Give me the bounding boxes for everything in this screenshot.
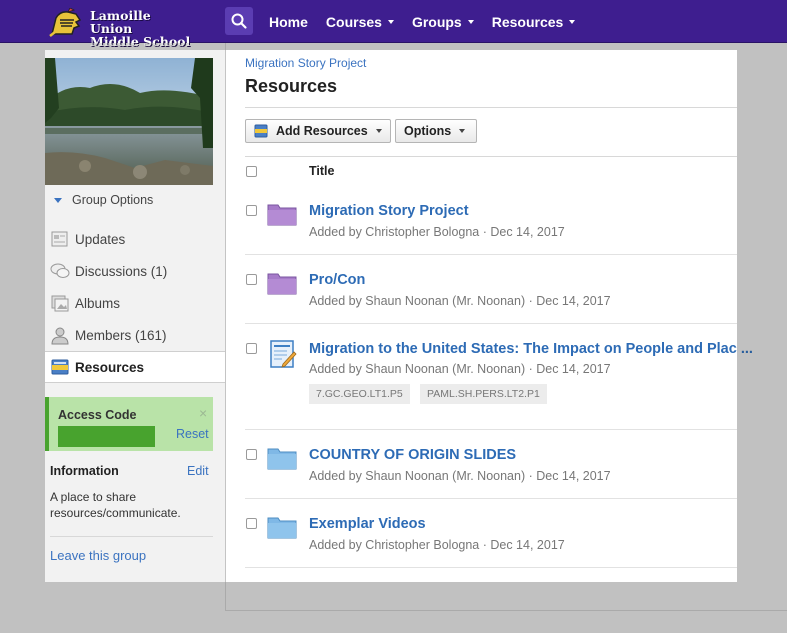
options-label: Options: [404, 124, 452, 138]
divider: [245, 107, 737, 108]
sidebar-item-updates[interactable]: Updates: [45, 223, 225, 255]
folder-icon[interactable]: [267, 202, 297, 226]
options-button[interactable]: Options: [395, 119, 477, 143]
access-code-value: [58, 426, 155, 447]
breadcrumb[interactable]: Migration Story Project: [245, 56, 366, 70]
reset-access-code-link[interactable]: Reset: [176, 427, 209, 441]
members-icon: [51, 327, 69, 345]
group-options-label: Group Options: [72, 193, 154, 207]
folder-icon[interactable]: [267, 446, 297, 470]
updates-icon: [51, 231, 68, 247]
school-name-line1: Lamoille Union: [90, 8, 151, 36]
resource-title-link[interactable]: Migration to the United States: The Impa…: [309, 341, 753, 357]
table-row: Migration to the United States: The Impa…: [245, 324, 753, 430]
discussions-icon: [50, 263, 70, 278]
group-profile-picture: [45, 58, 213, 185]
resources-icon: [254, 124, 268, 138]
information-heading: Information: [50, 464, 119, 478]
row-checkbox[interactable]: [246, 343, 257, 354]
divider: [245, 567, 737, 568]
resources-icon: [51, 359, 69, 375]
folder-icon[interactable]: [267, 515, 297, 539]
resource-title-link[interactable]: Exemplar Videos: [309, 516, 426, 532]
nav-courses[interactable]: Courses: [326, 14, 394, 30]
table-row: COUNTRY OF ORIGIN SLIDES Added by Shaun …: [245, 430, 737, 499]
dim-overlay-left: [0, 43, 45, 582]
folder-icon[interactable]: [267, 271, 297, 295]
add-resources-button[interactable]: Add Resources: [245, 119, 391, 143]
triangle-down-icon: [54, 197, 62, 203]
knight-helmet-logo-icon: [49, 8, 82, 37]
column-header-title: Title: [309, 164, 335, 178]
nav-groups-label: Groups: [411, 13, 462, 30]
select-all-checkbox[interactable]: [246, 166, 257, 177]
row-checkbox[interactable]: [246, 205, 257, 216]
add-resources-label: Add Resources: [276, 124, 368, 138]
divider: [50, 536, 213, 537]
resource-meta: Added by Shaun Noonan (Mr. Noonan) · Dec…: [309, 362, 611, 376]
dim-overlay-right: [737, 43, 787, 633]
table-row: Migration Story Project Added by Christo…: [245, 186, 737, 255]
resource-meta: Added by Shaun Noonan (Mr. Noonan) · Dec…: [309, 294, 611, 308]
row-checkbox[interactable]: [246, 274, 257, 285]
group-options-toggle[interactable]: Group Options: [54, 193, 153, 207]
nav-resources[interactable]: Resources: [492, 14, 576, 30]
search-button[interactable]: [225, 7, 253, 35]
close-icon[interactable]: ×: [199, 405, 207, 421]
sidebar-item-label: Discussions (1): [75, 263, 168, 279]
chevron-down-icon: [459, 129, 466, 133]
standard-tag[interactable]: 7.GC.GEO.LT1.P5: [309, 384, 410, 404]
chevron-down-icon: [375, 129, 382, 133]
resource-meta: Added by Christopher Bologna · Dec 14, 2…: [309, 538, 565, 552]
access-code-panel: Access Code × Reset: [45, 397, 213, 451]
resource-title-link[interactable]: COUNTRY OF ORIGIN SLIDES: [309, 447, 516, 463]
assignment-icon[interactable]: [267, 339, 297, 369]
nav-home[interactable]: Home: [269, 14, 308, 30]
nav-groups[interactable]: Groups: [412, 14, 474, 30]
sidebar-item-label: Updates: [75, 231, 126, 247]
albums-icon: [51, 295, 69, 312]
resource-title-link[interactable]: Migration Story Project: [309, 203, 469, 219]
leave-group-link[interactable]: Leave this group: [50, 548, 146, 563]
nav-courses-label: Courses: [325, 13, 382, 30]
sidebar-item-resources[interactable]: Resources: [45, 351, 225, 383]
divider: [245, 156, 737, 157]
edit-information-link[interactable]: Edit: [187, 464, 209, 478]
access-code-label: Access Code: [58, 408, 137, 422]
top-navigation-bar: Lamoille Union Middle School Home Course…: [0, 0, 787, 48]
school-logo[interactable]: Lamoille Union Middle School: [46, 6, 191, 48]
table-row: Pro/Con Added by Shaun Noonan (Mr. Noona…: [245, 255, 737, 324]
table-row: Exemplar Videos Added by Christopher Bol…: [245, 499, 737, 568]
sidebar-item-discussions[interactable]: Discussions (1): [45, 255, 225, 287]
resource-title-link[interactable]: Pro/Con: [309, 272, 365, 288]
nav-resources-label: Resources: [491, 13, 564, 30]
resources-panel: Migration Story Project Resources Add Re…: [226, 50, 753, 582]
sidebar-item-label: Albums: [75, 295, 121, 311]
chevron-down-icon: [387, 19, 394, 24]
standard-tag[interactable]: PAML.SH.PERS.LT2.P1: [420, 384, 547, 404]
resource-meta: Added by Shaun Noonan (Mr. Noonan) · Dec…: [309, 469, 611, 483]
dim-overlay-top: [45, 43, 737, 50]
nav-home-label: Home: [269, 13, 308, 30]
sidebar-item-label: Members (161): [75, 327, 167, 343]
row-checkbox[interactable]: [246, 449, 257, 460]
resource-meta: Added by Christopher Bologna · Dec 14, 2…: [309, 225, 565, 239]
lake-photo-image: [45, 58, 213, 185]
group-description: A place to share resources/communicate.: [50, 490, 181, 520]
main-nav: Home Courses Groups Resources: [269, 0, 593, 43]
search-icon: [231, 13, 247, 29]
sidebar-item-label: Resources: [75, 359, 145, 375]
sidebar-item-albums[interactable]: Albums: [45, 287, 225, 319]
sidebar-item-members[interactable]: Members (161): [45, 319, 225, 351]
page-title: Resources: [245, 76, 338, 96]
chevron-down-icon: [569, 19, 576, 24]
dim-overlay-bottom: [0, 582, 737, 633]
row-checkbox[interactable]: [246, 518, 257, 529]
chevron-down-icon: [467, 19, 474, 24]
